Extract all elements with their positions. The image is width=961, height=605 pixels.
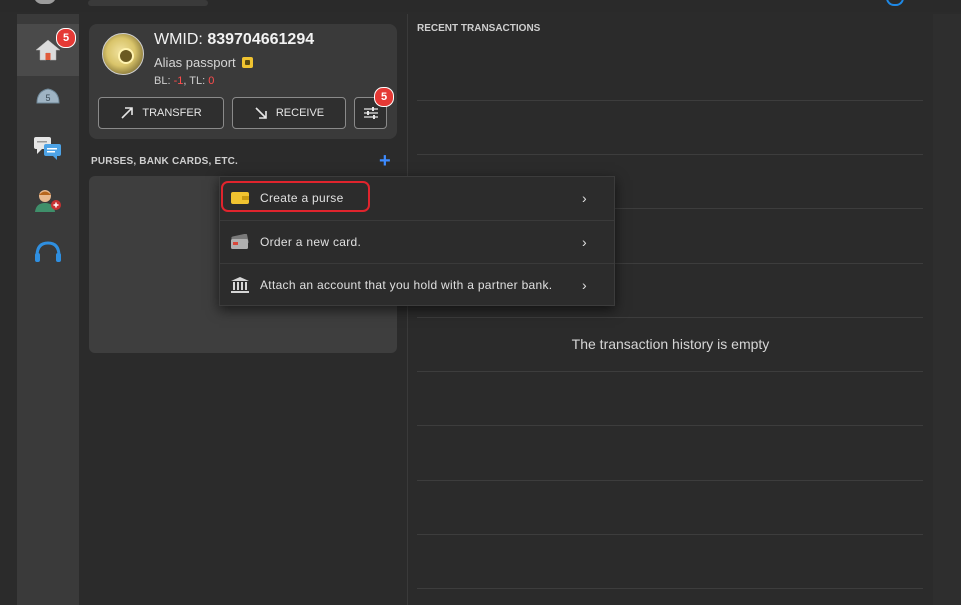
nav-purses[interactable]: 5: [17, 69, 79, 121]
wallet-icon: [230, 190, 250, 206]
card-icon: [230, 234, 250, 250]
bank-icon: [230, 277, 250, 293]
logo-icon: [34, 0, 56, 4]
avatar-eye: [118, 48, 134, 64]
bl-value: -1: [173, 75, 184, 87]
wmid: WMID: 839704661294: [154, 31, 314, 49]
tl-label: TL:: [189, 75, 209, 87]
sidebar: 5 5: [17, 14, 79, 605]
alias-passport: Alias passport: [154, 55, 253, 70]
right-gutter: [933, 14, 961, 605]
tl-value: 0: [208, 75, 215, 87]
top-strip: [0, 0, 961, 12]
transfer-label: TRANSFER: [142, 107, 202, 119]
row-divider: [417, 371, 923, 372]
title-placeholder: [88, 0, 208, 6]
receive-label: RECEIVE: [275, 107, 325, 119]
menu-item-label: Order a new card.: [260, 235, 362, 249]
purse-icon-glyph: 5: [45, 93, 50, 103]
nav-support[interactable]: [17, 226, 79, 278]
row-divider: [417, 317, 923, 318]
settings-button[interactable]: 5: [354, 87, 394, 129]
add-purse-button[interactable]: +: [379, 149, 391, 173]
chevron-right-icon: ›: [582, 190, 587, 206]
purse-icon: 5: [36, 88, 60, 104]
add-purse-menu: Create a purse › Order a new card. › Att…: [219, 176, 615, 306]
row-divider: [417, 588, 923, 589]
transactions-panel: RECENT TRANSACTIONS The transaction hist…: [407, 14, 934, 605]
row-divider: [417, 425, 923, 426]
alias-label[interactable]: Alias passport: [154, 55, 236, 70]
arrow-down-right-icon: [255, 107, 267, 119]
wmid-number[interactable]: 839704661294: [207, 31, 314, 48]
transactions-title: RECENT TRANSACTIONS: [417, 23, 541, 34]
chevron-right-icon: ›: [582, 234, 587, 250]
headset-icon: [35, 241, 61, 262]
transfer-button[interactable]: TRANSFER: [98, 97, 224, 129]
contacts-icon: [35, 190, 61, 212]
row-divider: [417, 100, 923, 101]
account-card: WMID: 839704661294 Alias passport BL: -1…: [89, 24, 397, 139]
chevron-right-icon: ›: [582, 277, 587, 293]
sliders-icon: [363, 107, 378, 119]
help-icon[interactable]: [886, 0, 904, 6]
home-badge: 5: [56, 28, 76, 48]
avatar[interactable]: [102, 33, 144, 75]
row-divider: [417, 534, 923, 535]
wmid-label: WMID:: [154, 31, 208, 48]
passport-icon: [241, 57, 253, 68]
menu-item-label: Create a purse: [260, 191, 344, 205]
chat-icon: [34, 137, 61, 160]
bl-tl-levels: BL: -1, TL: 0: [154, 75, 214, 87]
menu-item-create-purse[interactable]: Create a purse ›: [220, 177, 614, 219]
receive-button[interactable]: RECEIVE: [232, 97, 346, 129]
nav-contacts[interactable]: [17, 175, 79, 227]
row-divider: [417, 154, 923, 155]
row-divider: [417, 480, 923, 481]
menu-item-attach-bank-account[interactable]: Attach an account that you hold with a p…: [220, 263, 614, 306]
settings-badge: 5: [374, 87, 394, 107]
menu-item-order-card[interactable]: Order a new card. ›: [220, 220, 614, 263]
purses-section-label: PURSES, BANK CARDS, ETC.: [91, 156, 239, 167]
menu-item-label: Attach an account that you hold with a p…: [260, 278, 553, 292]
arrow-up-right-icon: [121, 107, 134, 119]
bl-label: BL:: [154, 75, 174, 87]
nav-messages[interactable]: [17, 122, 79, 174]
empty-history-message: The transaction history is empty: [571, 336, 770, 352]
